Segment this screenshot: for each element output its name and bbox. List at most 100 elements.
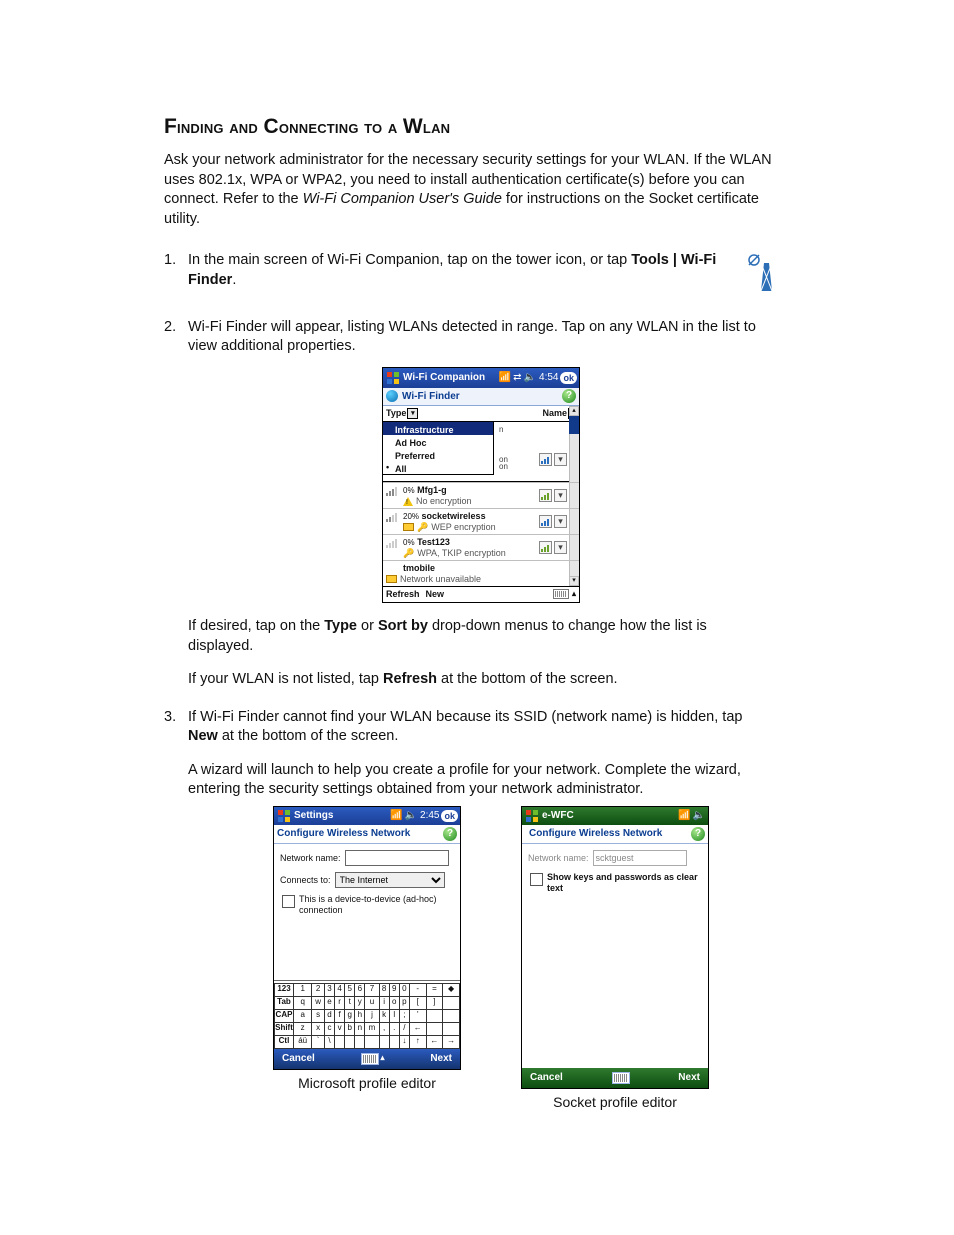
keyboard-icon[interactable]: [612, 1072, 630, 1084]
kbd-key[interactable]: n: [355, 1022, 365, 1035]
kbd-key[interactable]: /: [399, 1022, 409, 1035]
menu-infrastructure[interactable]: Infrastructure: [383, 422, 493, 435]
kbd-key[interactable]: [443, 1022, 460, 1035]
kbd-key[interactable]: 2: [312, 983, 325, 996]
kbd-key[interactable]: u: [365, 996, 379, 1009]
keyboard-icon[interactable]: [553, 589, 569, 599]
kbd-key[interactable]: Shift: [275, 1022, 294, 1035]
type-dropdown-arrow[interactable]: ▾: [407, 408, 418, 419]
kbd-key[interactable]: 1: [294, 983, 312, 996]
ms-next-button[interactable]: Next: [430, 1052, 452, 1066]
kbd-key[interactable]: d: [324, 1009, 334, 1022]
kbd-key[interactable]: 9: [389, 983, 399, 996]
scroll-up[interactable]: ▴: [569, 406, 579, 416]
kbd-key[interactable]: [365, 1035, 379, 1048]
kbd-key[interactable]: [426, 1022, 443, 1035]
kbd-key[interactable]: a: [294, 1009, 312, 1022]
network-row-socketwireless[interactable]: 20% socketwireless 🔑WEP encryption ▾: [383, 508, 579, 534]
kbd-key[interactable]: =: [426, 983, 443, 996]
kbd-key[interactable]: v: [335, 1022, 345, 1035]
kbd-key[interactable]: \: [324, 1035, 334, 1048]
kbd-key[interactable]: ': [409, 1009, 426, 1022]
kbd-key[interactable]: [443, 996, 460, 1009]
kbd-key[interactable]: 6: [355, 983, 365, 996]
kbd-key[interactable]: ]: [426, 996, 443, 1009]
kbd-key[interactable]: 123: [275, 983, 294, 996]
kbd-key[interactable]: ↓: [399, 1035, 409, 1048]
kbd-key[interactable]: Tab: [275, 996, 294, 1009]
kbd-key[interactable]: c: [324, 1022, 334, 1035]
kbd-key[interactable]: Ctl: [275, 1035, 294, 1048]
kbd-key[interactable]: [389, 1035, 399, 1048]
sk-cancel-button[interactable]: Cancel: [530, 1071, 563, 1085]
kbd-key[interactable]: w: [312, 996, 325, 1009]
wf-refresh-button[interactable]: Refresh: [386, 588, 420, 600]
help-icon[interactable]: ?: [562, 389, 576, 403]
kbd-key[interactable]: [379, 1035, 389, 1048]
menu-all[interactable]: All: [383, 461, 493, 474]
ms-connects-select[interactable]: The Internet: [335, 872, 445, 888]
menu-adhoc[interactable]: Ad Hoc: [383, 435, 493, 448]
kbd-key[interactable]: CAP: [275, 1009, 294, 1022]
kbd-key[interactable]: b: [345, 1022, 355, 1035]
kbd-key[interactable]: l: [389, 1009, 399, 1022]
kbd-key[interactable]: ←: [409, 1022, 426, 1035]
ms-adhoc-checkbox[interactable]: [282, 895, 295, 908]
kbd-key[interactable]: →: [443, 1035, 460, 1048]
kbd-key[interactable]: 7: [365, 983, 379, 996]
kbd-key[interactable]: [443, 1009, 460, 1022]
kbd-key[interactable]: [: [409, 996, 426, 1009]
kbd-key[interactable]: [355, 1035, 365, 1048]
kbd-key[interactable]: ,: [379, 1022, 389, 1035]
ms-onscreen-keyboard[interactable]: 1231234567890-=◆Tabqwertyuiop[] CAPasdfg…: [274, 980, 460, 1049]
kbd-key[interactable]: i: [379, 996, 389, 1009]
network-row-mfg1g[interactable]: 0% Mfg1-g No encryption ▾: [383, 482, 579, 508]
help-icon[interactable]: ?: [691, 827, 705, 841]
kbd-key[interactable]: 3: [324, 983, 334, 996]
kbd-key[interactable]: m: [365, 1022, 379, 1035]
menu-preferred[interactable]: Preferred: [383, 448, 493, 461]
kbd-key[interactable]: j: [365, 1009, 379, 1022]
kbd-key[interactable]: p: [399, 996, 409, 1009]
sk-showkeys-checkbox[interactable]: [530, 873, 543, 886]
kbd-key[interactable]: t: [345, 996, 355, 1009]
kbd-key[interactable]: ;: [399, 1009, 409, 1022]
kbd-key[interactable]: r: [335, 996, 345, 1009]
network-row-tmobile[interactable]: tmobile Network unavailable: [383, 560, 579, 586]
kbd-key[interactable]: f: [335, 1009, 345, 1022]
kbd-key[interactable]: áü: [294, 1035, 312, 1048]
sk-netname-input[interactable]: [593, 850, 687, 866]
network-row-test123[interactable]: 0% Test123 🔑WPA, TKIP encryption ▾: [383, 534, 579, 560]
kbd-key[interactable]: x: [312, 1022, 325, 1035]
scroll-thumb[interactable]: [569, 416, 579, 434]
help-icon[interactable]: ?: [443, 827, 457, 841]
kbd-key[interactable]: h: [355, 1009, 365, 1022]
kbd-key[interactable]: 5: [345, 983, 355, 996]
kbd-key[interactable]: z: [294, 1022, 312, 1035]
wf-new-button[interactable]: New: [426, 588, 445, 600]
kbd-key[interactable]: s: [312, 1009, 325, 1022]
wf-ok-button[interactable]: ok: [560, 372, 577, 384]
kbd-key[interactable]: [426, 1009, 443, 1022]
kbd-key[interactable]: y: [355, 996, 365, 1009]
keyboard-icon[interactable]: [361, 1053, 379, 1065]
kbd-key[interactable]: q: [294, 996, 312, 1009]
kbd-key[interactable]: .: [389, 1022, 399, 1035]
kbd-key[interactable]: 4: [335, 983, 345, 996]
ms-cancel-button[interactable]: Cancel: [282, 1052, 315, 1066]
kbd-key[interactable]: k: [379, 1009, 389, 1022]
sip-toggle[interactable]: ▴: [572, 589, 576, 600]
ms-netname-input[interactable]: [345, 850, 449, 866]
kbd-key[interactable]: 8: [379, 983, 389, 996]
kbd-key[interactable]: [335, 1035, 345, 1048]
kbd-key[interactable]: o: [389, 996, 399, 1009]
kbd-key[interactable]: ◆: [443, 983, 460, 996]
kbd-key[interactable]: `: [312, 1035, 325, 1048]
kbd-key[interactable]: g: [345, 1009, 355, 1022]
kbd-key[interactable]: e: [324, 996, 334, 1009]
ms-ok-button[interactable]: ok: [441, 810, 458, 822]
sk-next-button[interactable]: Next: [678, 1071, 700, 1085]
kbd-key[interactable]: -: [409, 983, 426, 996]
kbd-key[interactable]: ←: [426, 1035, 443, 1048]
kbd-key[interactable]: [345, 1035, 355, 1048]
